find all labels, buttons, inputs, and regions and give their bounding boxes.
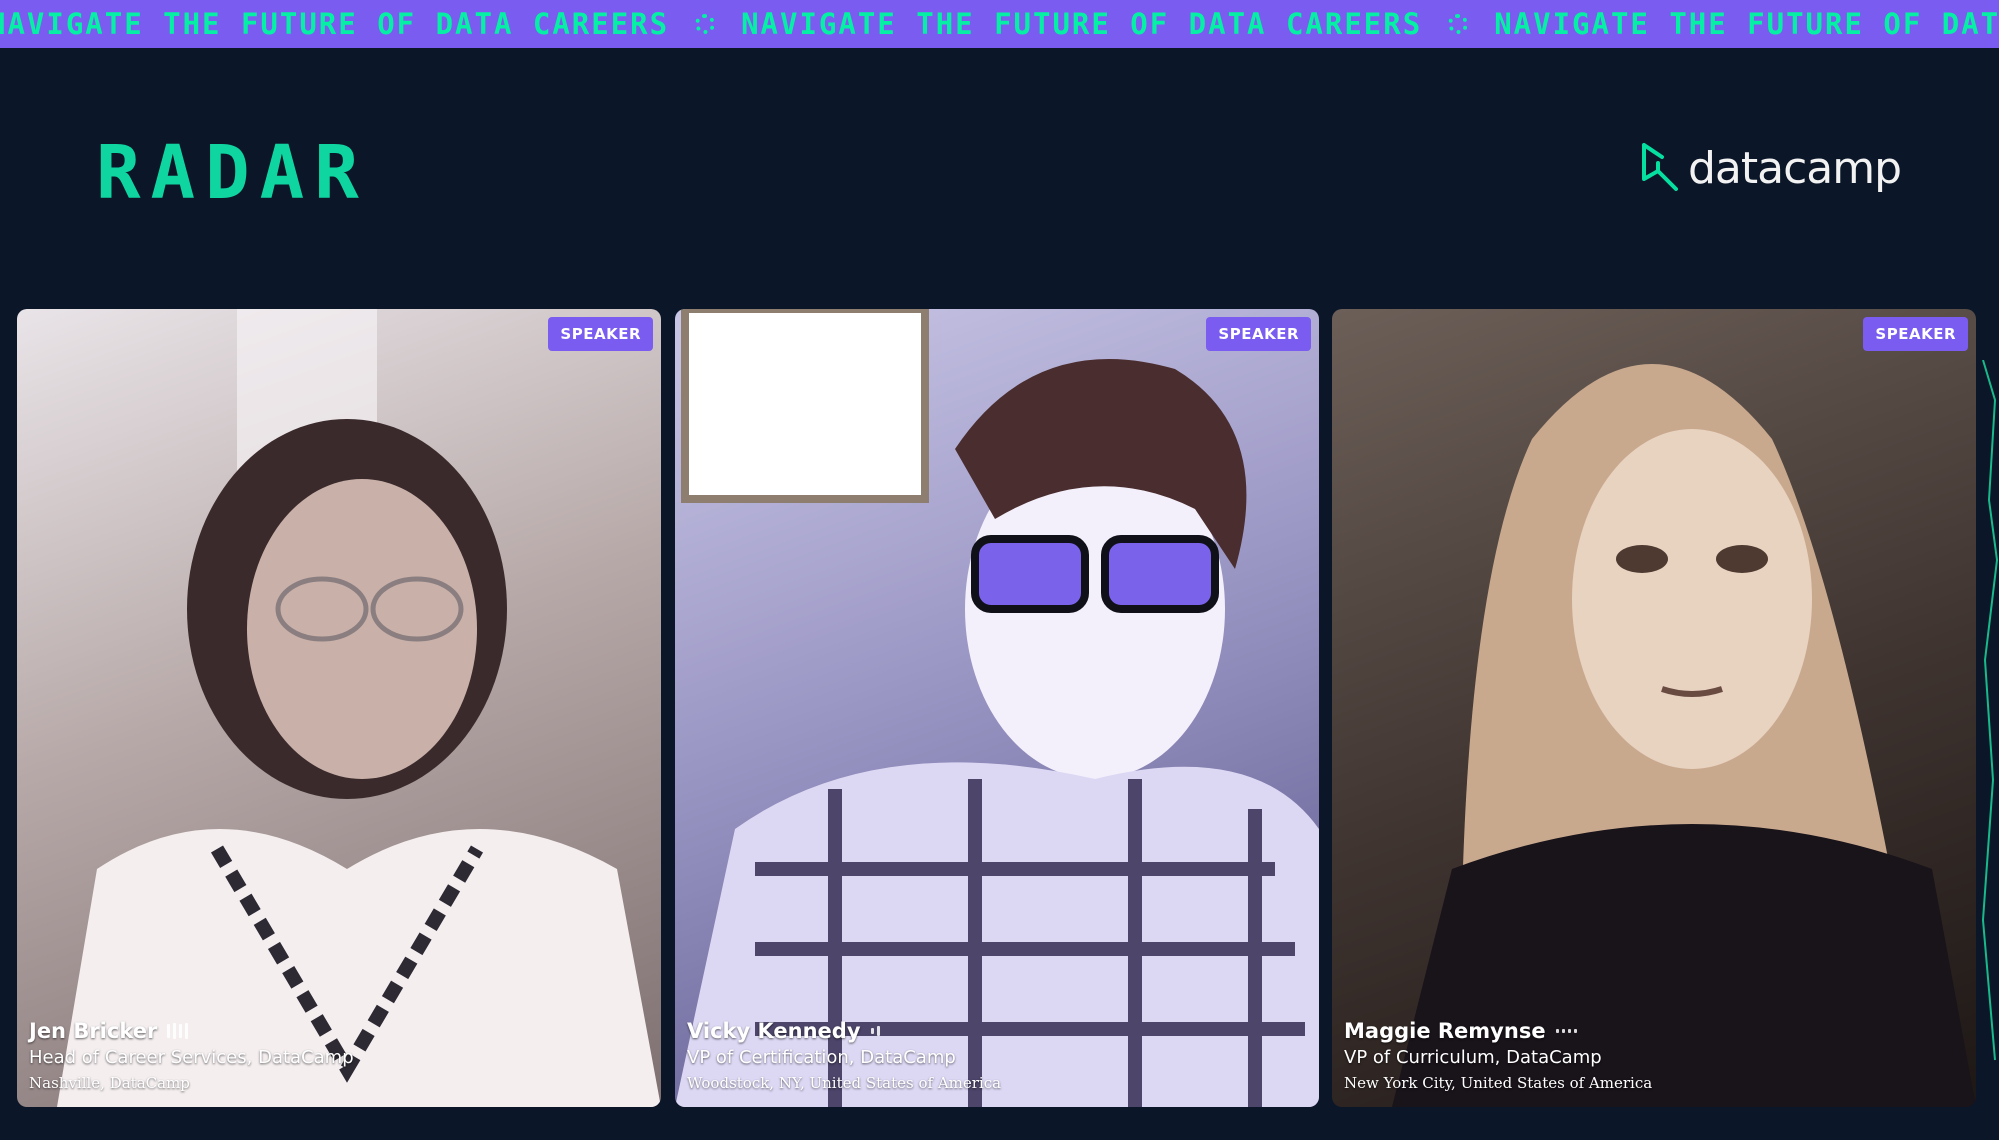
decorative-radar-line [1981,360,1999,1061]
speaker-name: Jen Bricker [29,1019,158,1043]
speaker-location: New York City, United States of America [1344,1074,1653,1092]
speaker-badge: SPEAKER [1863,317,1968,351]
speaker-caption: Vicky Kennedy VP of Certification, DataC… [687,1017,1299,1095]
sun-dots-icon [695,14,716,34]
radar-logo: RADAR [96,130,369,216]
speaker-video-feed [1392,364,1976,1107]
speaker-role: VP of Certification, DataCamp [687,1047,956,1068]
banner-text: NAVIGATE THE FUTURE OF DATA CAREERS [741,7,1423,41]
datacamp-wordmark: datacamp [1688,142,1902,194]
datacamp-mark-icon [1642,143,1678,191]
speaker-location: Nashville, DataCamp [29,1074,190,1092]
speaker-video-tile[interactable]: SPEAKER Vicky Kennedy VP of Certificatio… [675,309,1319,1107]
speaker-role: Head of Career Services, DataCamp [29,1047,354,1068]
audio-level-icon [1555,1023,1577,1039]
speaker-name: Vicky Kennedy [687,1019,861,1043]
banner-track: NAVIGATE THE FUTURE OF DATA CAREERS NAVI… [0,0,1999,48]
speaker-name: Maggie Remynse [1344,1019,1546,1043]
speaker-video-tile[interactable]: SPEAKER Jen Bricker Head of Career Servi… [17,309,661,1107]
audio-level-icon [870,1023,880,1039]
speaker-role: VP of Curriculum, DataCamp [1344,1047,1602,1068]
event-banner: NAVIGATE THE FUTURE OF DATA CAREERS NAVI… [0,0,1999,48]
datacamp-logo: datacamp [1638,140,1902,196]
event-stage: NAVIGATE THE FUTURE OF DATA CAREERS NAVI… [0,0,1999,1140]
speaker-video-feed [57,309,661,1107]
speaker-video-tile[interactable]: SPEAKER Maggie Remynse VP of Curriculum,… [1332,309,1976,1107]
audio-level-icon [167,1023,189,1039]
speaker-badge: SPEAKER [548,317,653,351]
speaker-caption: Maggie Remynse VP of Curriculum, DataCam… [1344,1017,1956,1095]
banner-text: NAVIGATE THE FUTURE OF DATA CAREERS [1494,7,1999,41]
speaker-caption: Jen Bricker Head of Career Services, Dat… [29,1017,641,1095]
speaker-location: Woodstock, NY, United States of America [687,1074,1002,1092]
speaker-video-feed [675,309,1319,1107]
sun-dots-icon [1448,14,1469,34]
banner-text: NAVIGATE THE FUTURE OF DATA CAREERS [0,7,670,41]
speaker-badge: SPEAKER [1206,317,1311,351]
